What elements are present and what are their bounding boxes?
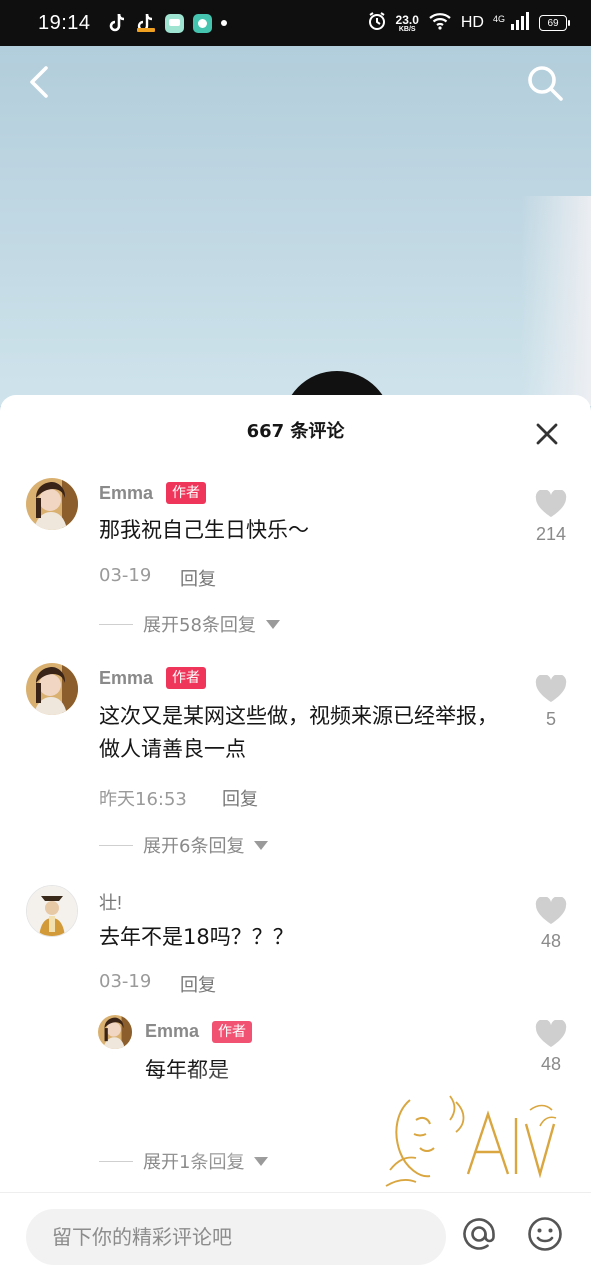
author-badge: 作者 bbox=[166, 667, 206, 689]
comment-author[interactable]: 壮! bbox=[99, 889, 122, 915]
reply-author[interactable]: Emma bbox=[145, 1021, 199, 1042]
comment-date: 昨天16:53 bbox=[99, 789, 187, 810]
comment-input-bar bbox=[0, 1192, 591, 1280]
comment-author[interactable]: Emma bbox=[99, 483, 153, 504]
expand-replies-button[interactable]: 展开58条回复 bbox=[99, 611, 280, 637]
like-button[interactable]: 214 bbox=[531, 490, 571, 545]
status-bar: 19:14 23.0 KB/S HD 4G 69 bbox=[0, 0, 591, 46]
like-button[interactable]: 5 bbox=[531, 675, 571, 730]
tiktok-lite-icon bbox=[136, 13, 156, 33]
at-icon bbox=[463, 1218, 495, 1250]
avatar[interactable] bbox=[26, 663, 78, 715]
tiktok-icon bbox=[107, 13, 127, 33]
caret-down-icon bbox=[254, 1156, 269, 1166]
more-notifications-dot bbox=[220, 20, 227, 26]
comment-input[interactable] bbox=[26, 1209, 446, 1265]
back-arrow-icon bbox=[30, 66, 48, 98]
network-type: 4G bbox=[492, 14, 505, 24]
comment-date: 03-19 bbox=[99, 565, 152, 586]
search-button[interactable] bbox=[524, 62, 566, 104]
net-speed: 23.0 KB/S bbox=[396, 14, 419, 33]
expand-replies-label: 展开1条回复 bbox=[143, 1152, 245, 1173]
expand-replies-button[interactable]: 展开1条回复 bbox=[99, 1148, 269, 1174]
wifi-icon bbox=[428, 12, 452, 34]
battery-indicator: 69 bbox=[539, 15, 570, 31]
reply-button[interactable]: 回复 bbox=[180, 971, 216, 997]
mention-button[interactable] bbox=[460, 1215, 498, 1253]
author-badge: 作者 bbox=[212, 1021, 252, 1043]
signal-icon bbox=[510, 12, 530, 34]
notification-icons bbox=[107, 13, 227, 33]
expand-replies-label: 展开58条回复 bbox=[143, 615, 256, 636]
alarm-icon bbox=[367, 11, 387, 35]
reply-text[interactable]: 每年都是 bbox=[145, 1054, 445, 1087]
like-count: 214 bbox=[535, 524, 567, 544]
avatar[interactable] bbox=[26, 478, 78, 530]
status-time: 19:14 bbox=[38, 11, 91, 34]
heart-icon bbox=[535, 1020, 567, 1047]
reply-button[interactable]: 回复 bbox=[180, 565, 216, 591]
net-speed-value: 23.0 bbox=[395, 12, 419, 27]
like-count: 48 bbox=[540, 1054, 562, 1074]
search-icon bbox=[528, 66, 563, 101]
emoji-icon bbox=[528, 1217, 562, 1251]
chat-app-icon bbox=[164, 13, 184, 33]
comment-text[interactable]: 那我祝自己生日快乐～ bbox=[99, 514, 519, 547]
avatar[interactable] bbox=[26, 885, 78, 937]
reply-avatar[interactable] bbox=[98, 1015, 132, 1049]
expand-replies-label: 展开6条回复 bbox=[143, 836, 245, 857]
message-app-icon bbox=[192, 13, 212, 33]
reply-button[interactable]: 回复 bbox=[222, 785, 258, 811]
video-preview bbox=[0, 46, 591, 406]
like-count: 5 bbox=[545, 709, 556, 729]
hd-indicator: HD bbox=[460, 14, 484, 31]
net-speed-unit: KB/S bbox=[398, 25, 416, 33]
divider-line bbox=[99, 623, 133, 625]
comments-sheet: 667 条评论 Emma 作者 那我祝自己生日快乐～ 03-19 回复 214 … bbox=[0, 395, 591, 1280]
comments-count-title: 667 条评论 bbox=[246, 421, 345, 442]
heart-icon bbox=[535, 490, 567, 517]
comment-text[interactable]: 这次又是某网这些做，视频来源已经举报，做人请善良一点 bbox=[99, 700, 509, 766]
heart-icon bbox=[535, 897, 567, 924]
heart-icon bbox=[535, 675, 567, 702]
close-button[interactable] bbox=[535, 422, 559, 446]
emoji-button[interactable] bbox=[526, 1215, 564, 1253]
expand-replies-button[interactable]: 展开6条回复 bbox=[99, 832, 269, 858]
divider-line bbox=[99, 1160, 133, 1162]
caret-down-icon bbox=[265, 619, 280, 629]
close-icon bbox=[536, 423, 558, 445]
like-button[interactable]: 48 bbox=[531, 897, 571, 952]
video-shade bbox=[521, 196, 591, 406]
comment-text[interactable]: 去年不是18吗？？？ bbox=[99, 921, 509, 954]
like-count: 48 bbox=[540, 931, 562, 951]
back-button[interactable] bbox=[22, 62, 58, 102]
author-badge: 作者 bbox=[166, 482, 206, 504]
comment-date: 03-19 bbox=[99, 971, 152, 992]
system-status: 23.0 KB/S HD 4G 69 bbox=[367, 11, 570, 35]
caret-down-icon bbox=[254, 840, 269, 850]
divider-line bbox=[99, 844, 133, 846]
comment-author[interactable]: Emma bbox=[99, 668, 153, 689]
like-button[interactable]: 48 bbox=[531, 1020, 571, 1075]
